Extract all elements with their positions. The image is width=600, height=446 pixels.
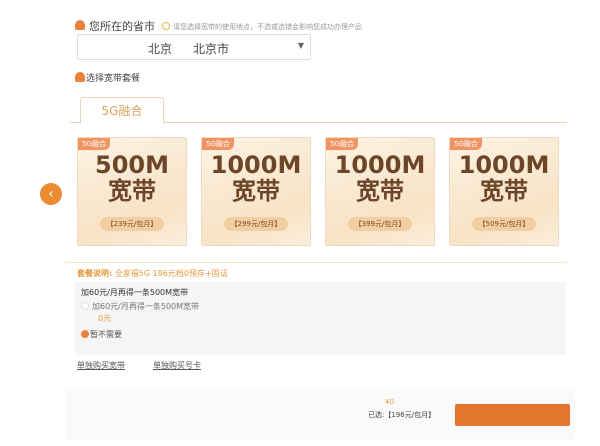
none-option[interactable]: 暂不需要 [90,329,122,340]
addon-radio[interactable] [81,302,89,310]
card-speed: 1000M [334,151,426,179]
card-price: 【299元/包月】 [224,217,288,231]
desc-label: 套餐说明: [77,269,113,278]
card-price: 【399元/包月】 [348,217,412,231]
addon-option[interactable]: 加60元/月再得一条500M宽带 [92,301,199,312]
city-value: 北京市 [193,42,230,56]
chevron-down-icon: ▼ [297,41,304,50]
section-divider [65,262,567,263]
total-price: ¥0 [385,398,394,406]
province-city-select[interactable]: 北京 北京市 ▼ [77,34,311,60]
package-card[interactable]: 5G融合 500M 宽带 【239元/包月】 [77,137,187,246]
selected-summary: 已选:【196元/包月】 [368,411,436,419]
package-icon [75,72,85,82]
card-price: 【509元/包月】 [472,217,536,231]
card-price: 【239元/包月】 [100,217,164,231]
card-speed: 1000M [210,151,302,179]
desc-text: 全家福5G 196元档0预存+固话 [114,269,228,278]
info-icon [162,22,170,30]
package-description: 套餐说明: 全家福5G 196元档0预存+固话 [77,268,228,279]
buy-sim-link[interactable]: 单独购买号卡 [153,360,201,371]
card-badge: 5G融合 [450,138,482,150]
package-card[interactable]: 5G融合 1000M 宽带 【299元/包月】 [201,137,311,246]
package-card[interactable]: 5G融合 1000M 宽带 【509元/包月】 [449,137,559,246]
buy-broadband-link[interactable]: 单独购买宽带 [77,360,125,371]
card-type: 宽带 [480,177,528,205]
province-value: 北京 [148,42,173,56]
card-badge: 5G融合 [78,138,110,150]
card-type: 宽带 [232,177,280,205]
none-radio-checked[interactable] [81,330,89,338]
chevron-left-icon: ‹ [48,186,54,202]
submit-button[interactable] [455,404,570,426]
card-badge: 5G融合 [326,138,358,150]
card-type: 宽带 [108,177,156,205]
card-speed: 500M [95,151,169,179]
addon-title: 加60元/月再得一条500M宽带 [81,288,189,297]
tab-5g[interactable]: 5G融合 [80,97,164,123]
location-hint: 请您选择宽带的使用地点，不选或选错会影响您成功办理产品 [173,23,362,31]
card-speed: 1000M [458,151,550,179]
location-icon [75,20,85,30]
card-badge: 5G融合 [202,138,234,150]
package-card[interactable]: 5G融合 1000M 宽带 【399元/包月】 [325,137,435,246]
prev-arrow-button[interactable]: ‹ [40,183,62,205]
card-type: 宽带 [356,177,404,205]
location-label: 您所在的省市 [89,20,155,33]
addon-price: 0元 [98,314,112,323]
addon-panel: 加60元/月再得一条500M宽带 加60元/月再得一条500M宽带 0元 暂不需… [75,282,566,355]
package-label: 选择宽带套餐 [86,74,141,84]
